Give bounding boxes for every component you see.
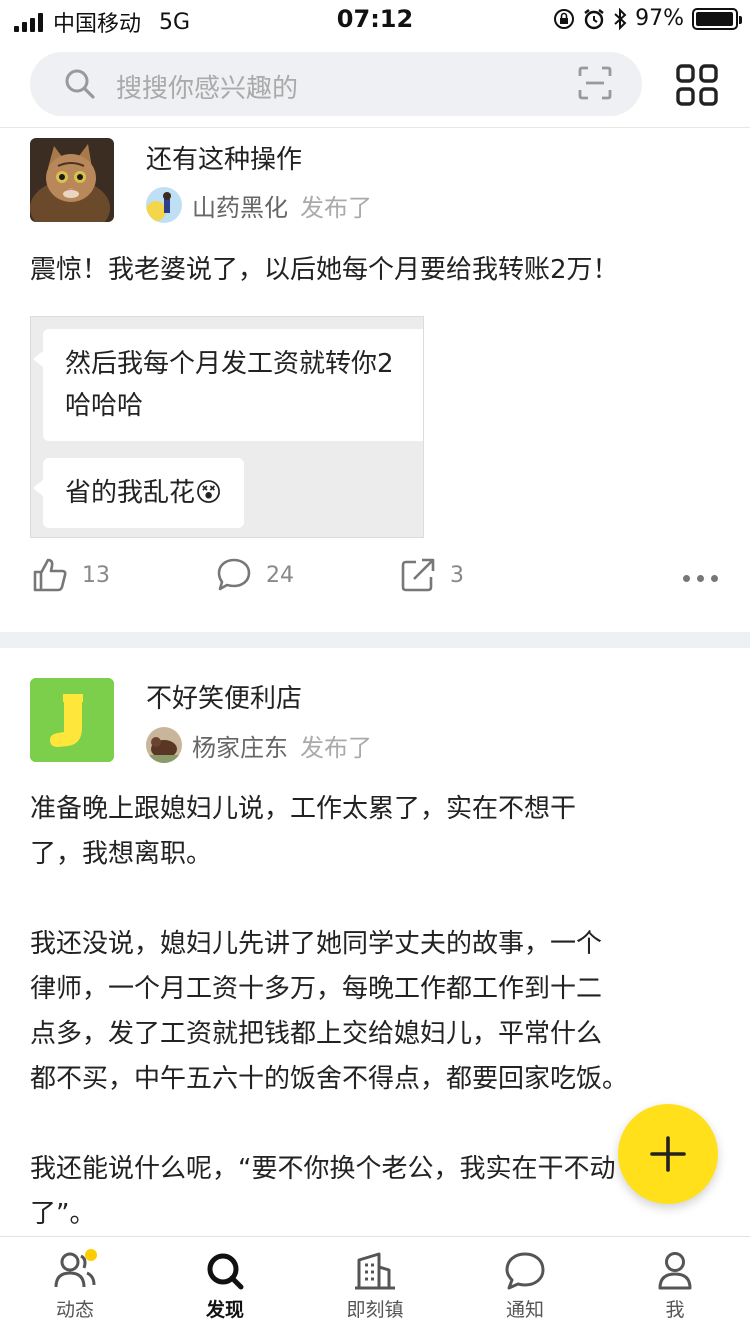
like-button[interactable]: 13	[32, 557, 110, 593]
more-icon[interactable]	[683, 575, 718, 582]
card-separator	[0, 632, 750, 648]
scan-icon[interactable]	[578, 66, 612, 100]
chat-bubble: 然后我每个月发工资就转你2 哈哈哈	[33, 329, 423, 441]
tab-label: 动态	[55, 1299, 94, 1321]
author-avatar-image	[146, 187, 182, 223]
post-image[interactable]: 然后我每个月发工资就转你2 哈哈哈 省的我乱花😵	[30, 316, 424, 538]
author-row[interactable]: 山药黑化 发布了	[146, 187, 372, 223]
status-bar: 中国移动 5G 07:12 97%	[0, 0, 750, 40]
author-avatar[interactable]	[146, 727, 182, 763]
topic-avatar[interactable]	[30, 138, 114, 222]
tab-discover[interactable]: 发现	[165, 1251, 285, 1322]
alarm-icon	[584, 8, 604, 29]
post-text: 震惊！我老婆说了，以后她每个月要给我转账2万！	[30, 255, 619, 285]
tab-dynamics[interactable]: 动态	[15, 1249, 135, 1322]
status-right: 97%	[553, 6, 742, 31]
topic-title[interactable]: 还有这种操作	[146, 139, 302, 176]
feed-card[interactable]: 还有这种操作 山药黑化 发布了 震惊！我老婆说了，以后她每个月要给我转账2万！ …	[0, 129, 750, 632]
compose-button[interactable]	[618, 1104, 718, 1204]
share-count: 3	[450, 562, 464, 588]
battery-icon	[692, 7, 742, 30]
author-avatar[interactable]	[146, 187, 182, 223]
grid-menu-icon[interactable]	[676, 64, 718, 106]
chat-bubble: 省的我乱花😵	[32, 458, 245, 528]
author-name[interactable]: 杨家庄东	[192, 728, 288, 763]
battery-percent: 97%	[635, 6, 684, 31]
cat-image	[30, 138, 114, 222]
author-row[interactable]: 杨家庄东 发布了	[146, 727, 372, 763]
search-placeholder: 搜搜你感兴趣的	[116, 74, 299, 104]
bluetooth-icon	[614, 7, 627, 30]
tab-me[interactable]: 我	[615, 1251, 735, 1322]
topic-title[interactable]: 不好笑便利店	[146, 678, 302, 715]
search-bar[interactable]: 搜搜你感兴趣的	[30, 52, 642, 116]
tab-label: 即刻镇	[346, 1299, 404, 1321]
notification-dot	[85, 1249, 97, 1261]
search-header: 搜搜你感兴趣的	[0, 40, 750, 128]
author-avatar-image	[146, 727, 182, 763]
post-verb: 发布了	[300, 193, 372, 222]
share-button[interactable]: 3	[400, 557, 464, 593]
tab-town[interactable]: 即刻镇	[315, 1251, 435, 1322]
chat-icon	[505, 1252, 545, 1290]
tab-label: 通知	[505, 1299, 544, 1321]
comment-button[interactable]: 24	[216, 557, 294, 593]
like-count: 13	[82, 562, 110, 588]
rotation-lock-icon	[554, 8, 575, 29]
building-icon	[355, 1252, 395, 1290]
post-verb: 发布了	[300, 733, 372, 762]
sock-icon	[30, 678, 114, 762]
author-name[interactable]: 山药黑化	[192, 188, 288, 223]
plus-icon	[650, 1136, 686, 1172]
tab-label: 我	[665, 1299, 685, 1321]
person-icon	[658, 1252, 692, 1290]
action-bar: 13 24 3	[0, 557, 750, 607]
topic-avatar[interactable]	[30, 678, 114, 762]
comment-icon	[217, 558, 251, 591]
share-icon	[401, 558, 435, 592]
tab-label: 发现	[205, 1299, 244, 1321]
tab-bar: 动态 发现 即刻镇 通知 我	[0, 1236, 750, 1334]
thumbs-up-icon	[33, 558, 67, 592]
comment-count: 24	[266, 562, 294, 588]
tab-notifications[interactable]: 通知	[465, 1251, 585, 1322]
search-icon	[207, 1253, 244, 1290]
search-icon	[65, 69, 95, 99]
